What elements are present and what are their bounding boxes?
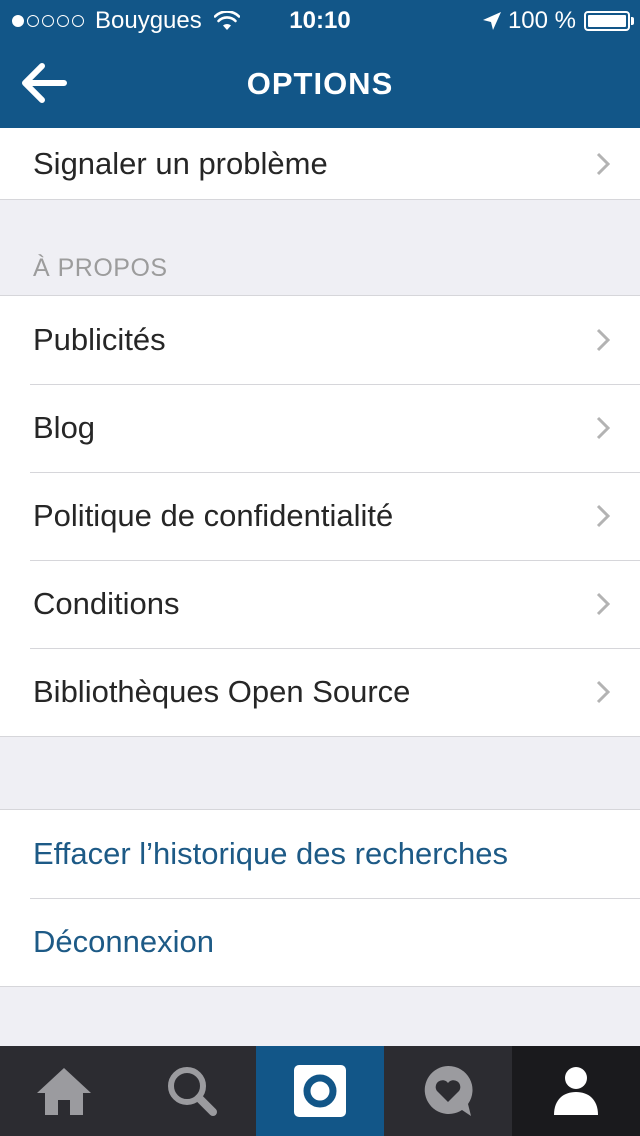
back-button[interactable] <box>18 58 74 110</box>
chevron-right-icon <box>596 416 610 440</box>
chevron-right-icon <box>596 680 610 704</box>
activity-heart-icon <box>424 1065 473 1116</box>
tab-bar <box>0 1046 640 1136</box>
row-label: Bibliothèques Open Source <box>33 674 411 709</box>
support-group: Signaler un problème <box>0 128 640 200</box>
blog-row[interactable]: Blog <box>0 384 640 472</box>
tab-camera[interactable] <box>256 1046 384 1136</box>
terms-row[interactable]: Conditions <box>0 560 640 648</box>
row-label: Blog <box>33 410 96 445</box>
ads-row[interactable]: Publicités <box>0 296 640 384</box>
row-label: Effacer l’historique des recherches <box>33 836 509 871</box>
report-problem-row[interactable]: Signaler un problème <box>0 128 640 199</box>
row-label: Conditions <box>33 586 180 621</box>
location-arrow-icon <box>482 12 501 30</box>
nav-bar: OPTIONS <box>0 40 640 128</box>
search-icon <box>168 1067 217 1116</box>
arrow-left-icon <box>22 63 67 103</box>
chevron-right-icon <box>596 152 610 175</box>
options-list[interactable]: Signaler un problème À PROPOS Publicités… <box>0 128 640 1046</box>
privacy-policy-row[interactable]: Politique de confidentialité <box>0 472 640 560</box>
battery-percent: 100 % <box>507 7 576 34</box>
logout-button[interactable]: Déconnexion <box>0 898 640 986</box>
tab-activity[interactable] <box>384 1046 512 1136</box>
status-bar: Bouygues 10:10 100 % <box>0 0 640 40</box>
section-header-about: À PROPOS <box>33 254 168 282</box>
chevron-right-icon <box>596 504 610 528</box>
account-actions-group: Effacer l’historique des recherches Déco… <box>0 809 640 987</box>
clear-search-history-button[interactable]: Effacer l’historique des recherches <box>0 810 640 898</box>
row-label: Publicités <box>33 322 166 357</box>
camera-icon <box>294 1065 346 1117</box>
page-title: OPTIONS <box>246 66 394 101</box>
profile-icon <box>554 1067 598 1115</box>
tab-search[interactable] <box>128 1046 256 1136</box>
chevron-right-icon <box>596 592 610 616</box>
open-source-libraries-row[interactable]: Bibliothèques Open Source <box>0 648 640 736</box>
battery-icon <box>584 11 634 31</box>
chevron-right-icon <box>596 328 610 352</box>
tab-home[interactable] <box>0 1046 128 1136</box>
row-label: Déconnexion <box>33 924 214 959</box>
about-group: Publicités Blog Politique de confidentia… <box>0 295 640 737</box>
row-label: Politique de confidentialité <box>33 498 394 533</box>
header: Bouygues 10:10 100 % OPTIONS <box>0 0 640 128</box>
status-right: 100 % <box>482 7 634 35</box>
home-icon <box>37 1068 91 1115</box>
row-label: Signaler un problème <box>33 145 328 181</box>
tab-profile[interactable] <box>512 1046 640 1136</box>
